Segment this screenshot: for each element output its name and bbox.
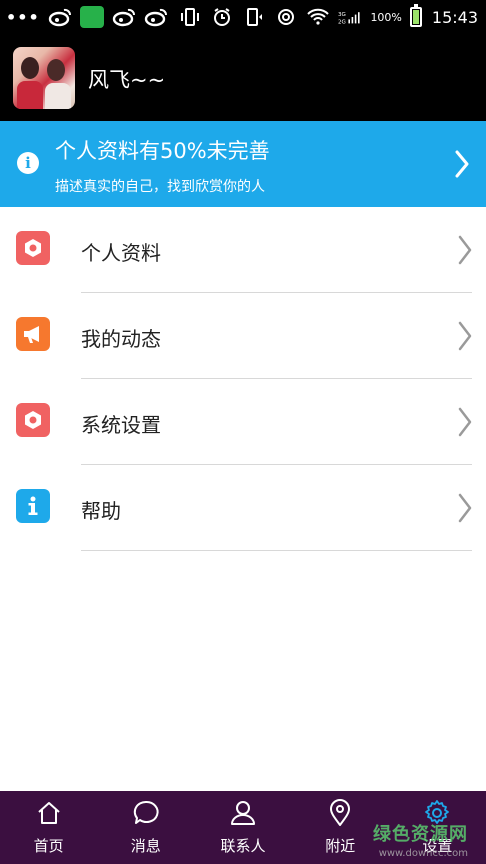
weibo-icon xyxy=(112,6,136,28)
profile-header[interactable]: 风飞~~ xyxy=(0,34,486,121)
menu-item-label: 帮助 xyxy=(81,499,121,523)
wifi-icon xyxy=(306,6,330,28)
menu-item-label: 系统设置 xyxy=(81,413,161,437)
svg-text:2G: 2G xyxy=(338,19,346,25)
chevron-right-icon xyxy=(455,150,469,178)
alarm-icon xyxy=(210,6,234,28)
battery-percent: 100% xyxy=(370,10,402,24)
wechat-icon xyxy=(79,6,104,28)
menu-item-profile[interactable]: 个人资料 xyxy=(0,207,486,293)
home-icon xyxy=(37,802,60,824)
menu-item-label: 我的动态 xyxy=(81,327,161,351)
nav-home[interactable]: 首页 xyxy=(0,791,97,864)
contacts-icon xyxy=(231,801,255,825)
profile-completion-banner[interactable]: i 个人资料有50%未完善 描述真实的自己，找到欣赏你的人 xyxy=(0,121,486,207)
watermark-url: www.downcc.com xyxy=(378,848,468,859)
watermark-title: 绿色资源网 xyxy=(373,824,468,845)
banner-title: 个人资料有50%未完善 xyxy=(55,139,270,163)
chevron-right-icon xyxy=(458,493,472,523)
svg-text:3G: 3G xyxy=(338,12,346,18)
status-bar: ••• 3G 2G 100% 15:43 xyxy=(0,0,486,34)
menu-item-my-activity[interactable]: 我的动态 xyxy=(0,293,486,379)
info-icon: i xyxy=(17,152,39,174)
signal-icon: 3G 2G xyxy=(338,6,362,28)
info-icon xyxy=(16,489,50,523)
username: 风飞~~ xyxy=(88,68,166,92)
nav-contacts[interactable]: 联系人 xyxy=(194,791,291,864)
nav-label: 首页 xyxy=(33,837,64,855)
menu-item-help[interactable]: 帮助 xyxy=(0,465,486,551)
phone-speaker-icon xyxy=(242,6,266,28)
vibrate-icon xyxy=(178,6,202,28)
watermark: 绿色资源网 www.downcc.com xyxy=(373,820,468,859)
chat-icon xyxy=(133,800,159,824)
chevron-right-icon xyxy=(458,235,472,265)
weibo-icon xyxy=(48,6,72,28)
settings-menu: 个人资料 我的动态 系统设置 帮助 xyxy=(0,207,486,551)
menu-item-system-settings[interactable]: 系统设置 xyxy=(0,379,486,465)
avatar[interactable] xyxy=(13,47,75,109)
settings-icon xyxy=(16,231,50,265)
more-notifications-icon: ••• xyxy=(6,7,40,27)
battery-icon xyxy=(409,4,422,27)
settings-icon xyxy=(16,403,50,437)
chevron-right-icon xyxy=(458,407,472,437)
weibo-icon xyxy=(144,6,168,28)
location-icon xyxy=(330,799,351,826)
data-sync-icon xyxy=(274,6,298,28)
nav-label: 联系人 xyxy=(220,837,266,855)
nav-messages[interactable]: 消息 xyxy=(97,791,194,864)
banner-subtitle: 描述真实的自己，找到欣赏你的人 xyxy=(55,179,265,195)
menu-item-label: 个人资料 xyxy=(81,241,161,265)
megaphone-icon xyxy=(16,317,50,351)
divider xyxy=(81,550,472,551)
clock: 15:43 xyxy=(431,7,478,27)
chevron-right-icon xyxy=(458,321,472,351)
nav-label: 消息 xyxy=(130,837,161,855)
